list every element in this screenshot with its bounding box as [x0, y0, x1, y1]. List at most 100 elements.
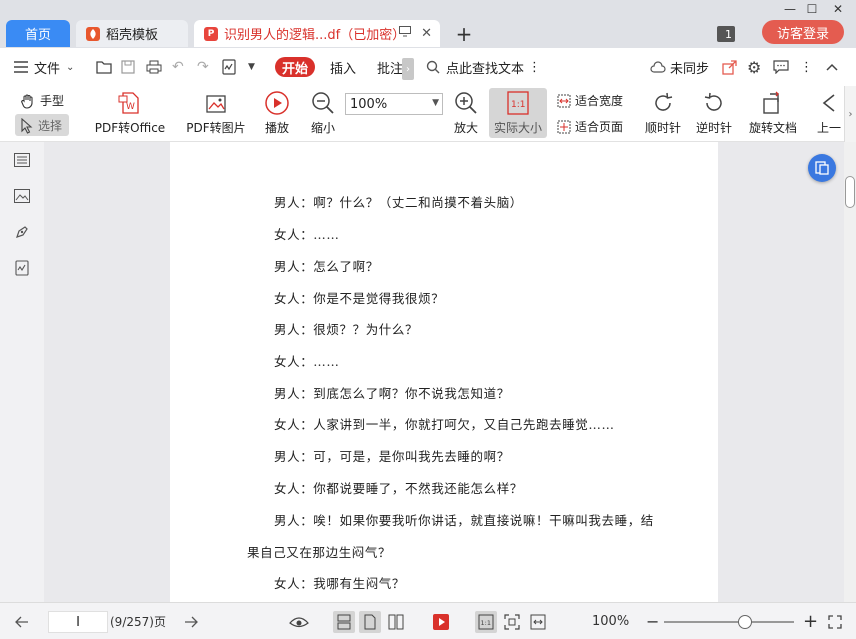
tab-close-icon[interactable]: ✕ — [421, 26, 432, 41]
zoom-level-select[interactable]: 100% ▼ — [345, 93, 443, 115]
thumbnail-icon[interactable] — [12, 186, 32, 206]
toolbar-scroll-right-icon[interactable]: › — [844, 86, 856, 142]
minimize-button[interactable]: — — [778, 0, 802, 18]
play-icon — [433, 614, 449, 630]
hand-icon — [20, 93, 36, 109]
fit-width-status-button[interactable] — [527, 611, 549, 633]
prev-page-button[interactable] — [14, 603, 30, 639]
zoom-in-button[interactable]: 放大 — [449, 90, 483, 136]
zoom-out-status-button[interactable]: − — [646, 603, 659, 639]
zoom-in-icon — [453, 90, 479, 116]
pdf-to-image-icon — [203, 90, 229, 116]
window-count-badge[interactable]: 1 — [717, 26, 735, 42]
tab-template-label: 稻壳模板 — [106, 28, 159, 43]
share-button[interactable] — [722, 48, 737, 86]
undo-button[interactable]: ↶ — [172, 48, 184, 86]
settings-button[interactable]: ⚙ — [747, 48, 761, 86]
zoom-out-button[interactable]: 缩小 — [306, 90, 340, 136]
share-icon — [722, 59, 737, 75]
pdf-page: 男人：啊？什么？（丈二和尚摸不着头脑） 女人：…… 男人：怎么了啊？ 女人：你是… — [170, 142, 718, 602]
outline-icon[interactable] — [12, 150, 32, 170]
double-page-button[interactable] — [385, 611, 407, 633]
rotate-counterclockwise-icon — [701, 90, 727, 116]
actual-size-icon: 1:1 — [505, 90, 531, 116]
sync-status[interactable]: 未同步 — [650, 48, 709, 86]
hamburger-icon — [14, 61, 28, 73]
document-viewport[interactable]: 男人：啊？什么？（丈二和尚摸不着头脑） 女人：…… 男人：怎么了啊？ 女人：你是… — [44, 142, 844, 602]
zoom-slider-track[interactable] — [664, 621, 794, 623]
document-line: 男人：怎么了啊？ — [274, 259, 379, 274]
close-window-button[interactable]: ✕ — [826, 0, 850, 18]
svg-text:1:1: 1:1 — [511, 100, 525, 110]
document-tools-icon — [815, 161, 829, 175]
eye-protection-button[interactable] — [288, 611, 310, 633]
actual-size-button[interactable]: 1:1 实际大小 — [489, 90, 547, 136]
new-tab-button[interactable]: + — [452, 22, 476, 46]
maximize-button[interactable]: ☐ — [800, 0, 824, 18]
play-slideshow-button[interactable] — [430, 611, 452, 633]
quick-access-dropdown[interactable]: ▼ — [248, 48, 255, 86]
tab-home[interactable]: 首页 — [6, 20, 70, 47]
triangle-down-icon: ▼ — [432, 98, 439, 108]
file-menu[interactable]: 文件 ⌄ — [14, 48, 74, 86]
signature-icon[interactable] — [12, 258, 32, 278]
fit-width-icon — [557, 94, 571, 108]
hand-tool-button[interactable]: 手型 — [20, 92, 64, 109]
comment-button[interactable] — [773, 48, 789, 86]
scrollbar-thumb[interactable] — [845, 176, 855, 208]
collapse-ribbon-button[interactable] — [826, 48, 838, 86]
expand-icon — [828, 614, 842, 629]
search-text-button[interactable]: 点此查找文本 — [426, 48, 524, 86]
actual-size-status-button[interactable]: 1:1 — [475, 611, 497, 633]
arrow-right-icon — [185, 616, 198, 627]
sign-button[interactable] — [221, 48, 237, 86]
rotate-document-button[interactable]: 旋转文档 — [745, 90, 801, 136]
floating-tools-button[interactable] — [808, 154, 836, 182]
tab-screen-icon[interactable] — [399, 26, 412, 41]
rotate-clockwise-button[interactable]: 顺时针 — [643, 90, 683, 136]
cursor-icon — [20, 117, 34, 134]
fit-page-status-button[interactable] — [501, 611, 523, 633]
tab-start[interactable]: 开始 — [275, 57, 315, 77]
save-button[interactable] — [121, 48, 135, 86]
fit-width-button[interactable]: 适合宽度 — [557, 92, 623, 109]
fullscreen-button[interactable] — [828, 603, 842, 639]
document-line: 女人：我哪有生闷气？ — [274, 576, 406, 591]
pdf-to-office-button[interactable]: W PDF转Office — [90, 90, 170, 136]
undo-icon: ↶ — [172, 59, 184, 75]
continuous-view-button[interactable] — [333, 611, 355, 633]
eye-icon — [289, 617, 309, 628]
tab-insert[interactable]: 插入 — [330, 48, 356, 86]
rotate-counterclockwise-button[interactable]: 逆时针 — [694, 90, 734, 136]
single-page-button[interactable] — [359, 611, 381, 633]
document-line: 男人：到底怎么了啊？你不说我怎知道？ — [274, 386, 510, 401]
play-button[interactable]: 播放 — [260, 90, 294, 136]
tab-template[interactable]: 稻壳模板 — [76, 20, 188, 47]
next-page-button[interactable] — [183, 603, 199, 639]
annotation-pen-icon[interactable] — [12, 222, 32, 242]
print-button[interactable] — [146, 48, 162, 86]
more-menu-icon[interactable]: ⋮ — [800, 48, 813, 86]
tab-annotate[interactable]: 批注 — [377, 48, 403, 86]
vertical-scrollbar[interactable] — [844, 142, 856, 602]
fit-page-button[interactable]: 适合页面 — [557, 118, 623, 135]
tab-document[interactable]: P 识别男人的逻辑...df（已加密） ✕ — [194, 20, 440, 47]
document-line: 女人：你是不是觉得我很烦？ — [274, 291, 445, 306]
fit-page-icon — [504, 614, 520, 630]
more-options-icon[interactable]: ⋮ — [528, 48, 541, 86]
rotate-document-icon — [760, 90, 786, 116]
menu-scroll-right-icon[interactable]: › — [402, 58, 414, 80]
svg-text:1:1: 1:1 — [481, 619, 491, 627]
cloud-icon — [650, 61, 666, 73]
document-line: 男人：唉！如果你要我听你讲话，就直接说嘛！干嘛叫我去睡，结 — [274, 513, 654, 528]
zoom-slider-knob[interactable] — [738, 615, 752, 629]
save-icon — [121, 60, 135, 74]
select-tool-button[interactable]: 选择 — [20, 117, 62, 134]
previous-page-button[interactable]: 上一 — [815, 90, 843, 136]
redo-button[interactable]: ↷ — [197, 48, 209, 86]
zoom-in-status-button[interactable]: + — [803, 603, 818, 639]
open-folder-button[interactable] — [96, 48, 112, 86]
pdf-to-image-button[interactable]: PDF转图片 — [184, 90, 248, 136]
visitor-login-button[interactable]: 访客登录 — [762, 20, 844, 44]
page-number-input[interactable]: I — [48, 611, 108, 633]
